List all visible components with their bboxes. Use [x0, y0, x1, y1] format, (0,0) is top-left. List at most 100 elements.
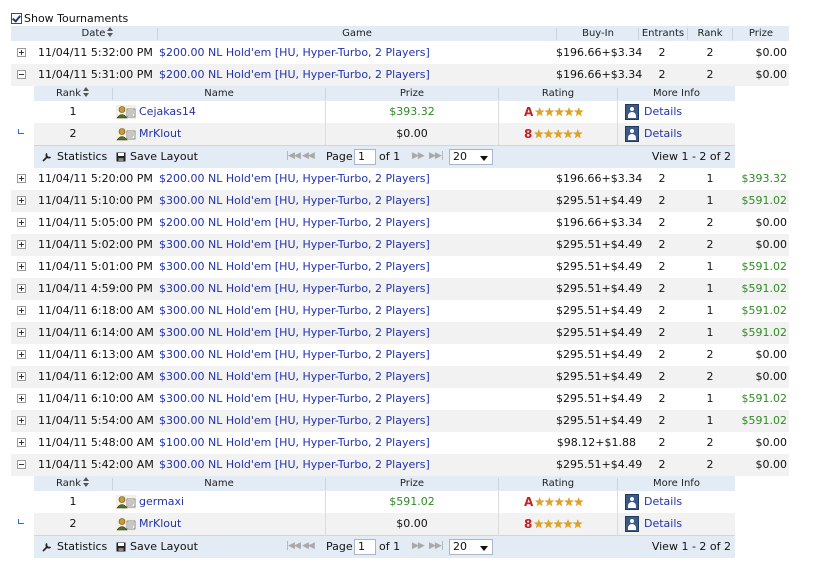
- last-page-icon[interactable]: ▶▶|: [429, 541, 444, 551]
- last-page-icon[interactable]: ▶▶|: [429, 151, 444, 161]
- save-layout-button[interactable]: Save Layout: [130, 146, 198, 168]
- table-row[interactable]: 11/04/11 5:54:00 AM $300.00 NL Hold'em [H…: [11, 410, 789, 432]
- player-details-icon[interactable]: [625, 516, 639, 532]
- player-row[interactable]: 2 MrKlout $0.00 8 ★★★★★ Details: [34, 513, 735, 535]
- expand-row-icon[interactable]: [17, 284, 26, 293]
- table-row[interactable]: 11/04/11 5:32:00 PM $200.00 NL Hold'em [H…: [11, 42, 789, 64]
- col-header-rank[interactable]: Rank: [688, 26, 732, 41]
- subgrid-col-name[interactable]: Name: [113, 476, 325, 491]
- row-game-link[interactable]: $300.00 NL Hold'em [HU, Hyper-Turbo, 2 P…: [159, 190, 430, 212]
- row-game-link[interactable]: $300.00 NL Hold'em [HU, Hyper-Turbo, 2 P…: [159, 300, 430, 322]
- row-game-link[interactable]: $300.00 NL Hold'em [HU, Hyper-Turbo, 2 P…: [159, 322, 430, 344]
- player-name-link[interactable]: germaxi: [139, 491, 184, 513]
- expand-row-icon[interactable]: [17, 350, 26, 359]
- page-number-input[interactable]: 1: [354, 149, 376, 165]
- subgrid-col-rank[interactable]: Rank: [34, 86, 112, 101]
- subgrid-col-name[interactable]: Name: [113, 86, 325, 101]
- expand-row-icon[interactable]: [17, 240, 26, 249]
- row-game-link[interactable]: $200.00 NL Hold'em [HU, Hyper-Turbo, 2 P…: [159, 42, 430, 64]
- row-game-link[interactable]: $300.00 NL Hold'em [HU, Hyper-Turbo, 2 P…: [159, 278, 430, 300]
- table-row[interactable]: 11/04/11 5:02:00 PM $300.00 NL Hold'em [H…: [11, 234, 789, 256]
- player-details-link[interactable]: Details: [644, 101, 682, 123]
- table-row[interactable]: 11/04/11 5:01:00 PM $300.00 NL Hold'em [H…: [11, 256, 789, 278]
- table-row[interactable]: 11/04/11 5:42:00 AM $300.00 NL Hold'em [H…: [11, 454, 789, 476]
- player-notes-icon[interactable]: [116, 127, 136, 141]
- table-row[interactable]: 11/04/11 5:05:00 PM $200.00 NL Hold'em [H…: [11, 212, 789, 234]
- col-header-prize[interactable]: Prize: [733, 26, 789, 41]
- col-header-buyin[interactable]: Buy-In: [557, 26, 639, 41]
- player-details-icon[interactable]: [625, 104, 639, 120]
- wrench-icon[interactable]: [42, 152, 52, 165]
- subgrid-col-more-info[interactable]: More Info: [618, 86, 735, 101]
- row-game-link[interactable]: $300.00 NL Hold'em [HU, Hyper-Turbo, 2 P…: [159, 234, 430, 256]
- save-layout-button[interactable]: Save Layout: [130, 536, 198, 558]
- row-game-link[interactable]: $300.00 NL Hold'em [HU, Hyper-Turbo, 2 P…: [159, 410, 430, 432]
- collapse-row-icon[interactable]: [17, 460, 26, 469]
- wrench-icon[interactable]: [42, 542, 52, 555]
- subgrid-col-more-info[interactable]: More Info: [618, 476, 735, 491]
- expand-row-icon[interactable]: [17, 262, 26, 271]
- table-row[interactable]: 11/04/11 6:12:00 AM $300.00 NL Hold'em [H…: [11, 366, 789, 388]
- prev-page-icon[interactable]: ◀◀: [302, 151, 315, 161]
- expand-row-icon[interactable]: [17, 328, 26, 337]
- player-details-link[interactable]: Details: [644, 123, 682, 145]
- player-notes-icon[interactable]: [116, 105, 136, 119]
- table-row[interactable]: 11/04/11 6:18:00 AM $300.00 NL Hold'em [H…: [11, 300, 789, 322]
- col-header-entrants[interactable]: Entrants: [639, 26, 687, 41]
- player-row[interactable]: 2 MrKlout $0.00 8 ★★★★★ Details: [34, 123, 735, 145]
- expand-row-icon[interactable]: [17, 48, 26, 57]
- player-row[interactable]: 1 germaxi $591.02 A ★★★★★ Details: [34, 491, 735, 513]
- expand-row-icon[interactable]: [17, 438, 26, 447]
- save-icon[interactable]: [116, 542, 126, 555]
- expand-row-icon[interactable]: [17, 174, 26, 183]
- table-row[interactable]: 11/04/11 6:14:00 AM $300.00 NL Hold'em [H…: [11, 322, 789, 344]
- prev-page-icon[interactable]: ◀◀: [302, 541, 315, 551]
- expand-row-icon[interactable]: [17, 218, 26, 227]
- page-size-select[interactable]: 20: [449, 149, 493, 165]
- table-row[interactable]: 11/04/11 5:31:00 PM $200.00 NL Hold'em [H…: [11, 64, 789, 86]
- row-game-link[interactable]: $300.00 NL Hold'em [HU, Hyper-Turbo, 2 P…: [159, 454, 430, 476]
- page-size-select[interactable]: 20: [449, 539, 493, 555]
- statistics-button[interactable]: Statistics: [57, 146, 107, 168]
- player-name-link[interactable]: Cejakas14: [139, 101, 196, 123]
- expand-row-icon[interactable]: [17, 372, 26, 381]
- show-tournaments-checkbox[interactable]: [11, 12, 22, 24]
- row-game-link[interactable]: $300.00 NL Hold'em [HU, Hyper-Turbo, 2 P…: [159, 366, 430, 388]
- expand-row-icon[interactable]: [17, 394, 26, 403]
- subgrid-col-rating[interactable]: Rating: [499, 86, 617, 101]
- next-page-icon[interactable]: ▶▶: [412, 151, 425, 161]
- row-game-link[interactable]: $100.00 NL Hold'em [HU, Hyper-Turbo, 2 P…: [159, 432, 430, 454]
- subgrid-col-rating[interactable]: Rating: [499, 476, 617, 491]
- table-row[interactable]: 11/04/11 5:48:00 AM $100.00 NL Hold'em [H…: [11, 432, 789, 454]
- col-header-game[interactable]: Game: [158, 26, 556, 41]
- player-name-link[interactable]: MrKlout: [139, 513, 181, 535]
- player-notes-icon[interactable]: [116, 517, 136, 531]
- first-page-icon[interactable]: |◀◀: [286, 151, 301, 161]
- player-name-link[interactable]: MrKlout: [139, 123, 181, 145]
- show-tournaments-toggle[interactable]: Show Tournaments: [11, 10, 128, 26]
- row-game-link[interactable]: $300.00 NL Hold'em [HU, Hyper-Turbo, 2 P…: [159, 344, 430, 366]
- row-game-link[interactable]: $200.00 NL Hold'em [HU, Hyper-Turbo, 2 P…: [159, 212, 430, 234]
- subgrid-col-rank[interactable]: Rank: [34, 476, 112, 491]
- statistics-button[interactable]: Statistics: [57, 536, 107, 558]
- subgrid-col-prize[interactable]: Prize: [326, 86, 498, 101]
- table-row[interactable]: 11/04/11 6:13:00 AM $300.00 NL Hold'em [H…: [11, 344, 789, 366]
- collapse-row-icon[interactable]: [17, 70, 26, 79]
- table-row[interactable]: 11/04/11 6:10:00 AM $300.00 NL Hold'em [H…: [11, 388, 789, 410]
- player-details-icon[interactable]: [625, 126, 639, 142]
- row-game-link[interactable]: $300.00 NL Hold'em [HU, Hyper-Turbo, 2 P…: [159, 256, 430, 278]
- first-page-icon[interactable]: |◀◀: [286, 541, 301, 551]
- expand-row-icon[interactable]: [17, 306, 26, 315]
- player-notes-icon[interactable]: [116, 495, 136, 509]
- player-details-link[interactable]: Details: [644, 513, 682, 535]
- page-number-input[interactable]: 1: [354, 539, 376, 555]
- expand-row-icon[interactable]: [17, 416, 26, 425]
- next-page-icon[interactable]: ▶▶: [412, 541, 425, 551]
- table-row[interactable]: 11/04/11 5:10:00 PM $300.00 NL Hold'em [H…: [11, 190, 789, 212]
- row-game-link[interactable]: $200.00 NL Hold'em [HU, Hyper-Turbo, 2 P…: [159, 64, 430, 86]
- subgrid-col-prize[interactable]: Prize: [326, 476, 498, 491]
- player-details-icon[interactable]: [625, 494, 639, 510]
- player-row[interactable]: 1 Cejakas14 $393.32 A ★★★★★ Details: [34, 101, 735, 123]
- player-details-link[interactable]: Details: [644, 491, 682, 513]
- row-game-link[interactable]: $200.00 NL Hold'em [HU, Hyper-Turbo, 2 P…: [159, 168, 430, 190]
